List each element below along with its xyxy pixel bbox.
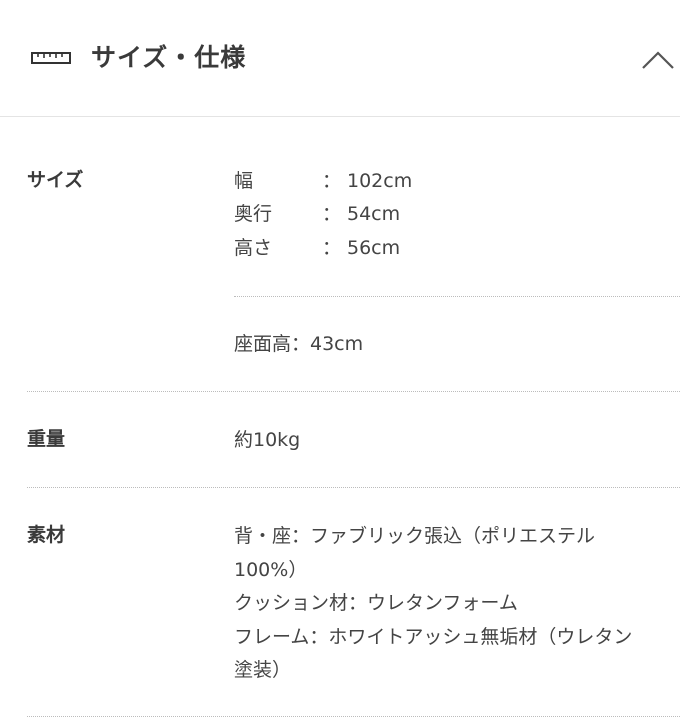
dimension-separator: ： <box>322 237 342 259</box>
row-divider <box>27 716 680 717</box>
material-label: 素材 <box>27 524 66 546</box>
chevron-up-icon <box>642 51 674 69</box>
size-label: サイズ <box>27 169 84 191</box>
material-line: 背・座：ファブリック張込（ポリエステル <box>234 525 596 547</box>
dimension-name: 幅 <box>234 170 254 192</box>
material-line: フレーム：ホワイトアッシュ無垢材（ウレタン <box>234 626 633 648</box>
dimension-name: 高さ <box>234 237 273 259</box>
row-divider <box>27 487 680 488</box>
material-line: クッション材：ウレタンフォーム <box>234 592 518 614</box>
seat-height: 座面高：43cm <box>234 333 364 355</box>
dimension-value: 54cm <box>347 203 401 225</box>
weight-value: 約10kg <box>234 429 301 451</box>
section-title: サイズ・仕様 <box>91 43 247 72</box>
collapse-button[interactable] <box>636 42 680 78</box>
ruler-icon <box>31 52 71 64</box>
material-line: 100%） <box>234 559 308 581</box>
row-divider <box>27 391 680 392</box>
material-line: 塗装） <box>234 659 292 681</box>
dimension-separator: ： <box>322 203 342 225</box>
dimension-value: 56cm <box>347 237 401 259</box>
weight-label: 重量 <box>27 428 66 450</box>
dimension-value: 102cm <box>347 170 413 192</box>
dimension-separator: ： <box>322 170 342 192</box>
inner-divider <box>234 296 680 297</box>
dimension-name: 奥行 <box>234 203 273 225</box>
spec-section-header[interactable]: サイズ・仕様 <box>0 0 680 117</box>
